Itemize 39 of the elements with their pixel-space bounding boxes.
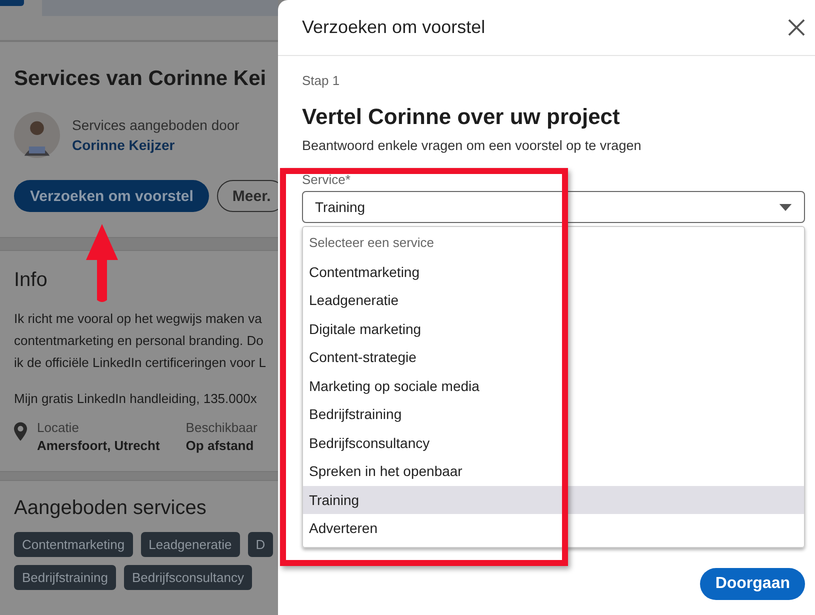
dropdown-option[interactable]: Adverteren (303, 514, 804, 542)
field-label: Service* (302, 172, 352, 187)
dropdown-option[interactable]: Bedrijfstraining (303, 400, 804, 428)
dropdown-option[interactable]: Digitale marketing (303, 314, 804, 343)
dropdown-option[interactable]: Leadgeneratie (303, 286, 804, 314)
service-tag[interactable]: Contentmarketing (14, 532, 133, 557)
service-select[interactable]: Training (302, 191, 805, 223)
service-tag[interactable]: Leadgeneratie (140, 532, 240, 557)
section-title: Aangeboden services (14, 497, 208, 520)
fact-label: Beschikbaar (186, 420, 258, 435)
info-text: Mijn gratis LinkedIn handleiding, 135.000x (14, 390, 258, 408)
continue-button[interactable]: Doorgaan (700, 568, 805, 600)
caret-icon (779, 204, 792, 210)
dropdown-placeholder[interactable]: Selecteer een service (303, 229, 804, 258)
dropdown-option[interactable]: Spreken in het openbaar (303, 457, 804, 486)
location-pin-icon (14, 422, 27, 441)
service-tag[interactable]: D (248, 532, 274, 557)
step-label: Stap 1 (302, 73, 341, 88)
provider-link[interactable]: Corinne Keijzer (72, 137, 240, 153)
fact-value: Op afstand (186, 438, 255, 453)
provider-label: Services aangeboden door (72, 117, 240, 133)
dropdown-option[interactable]: Training (303, 486, 804, 514)
service-tag[interactable]: Bedrijfsconsultancy (124, 565, 252, 590)
close-icon[interactable] (788, 19, 805, 36)
logo-icon[interactable] (0, 0, 24, 6)
fact-value: Amersfoort, Utrecht (37, 438, 160, 453)
dropdown-option[interactable]: Contentmarketing (303, 258, 804, 286)
modal-title: Verzoeken om voorstel (302, 17, 486, 38)
dropdown-option[interactable]: Marketing op sociale media (303, 372, 804, 400)
info-paragraph: Ik richt me vooral op het wegwijs maken va contentmarketing en personal branding. Do ik de officiële LinkedIn certificeringen voor L (14, 310, 264, 372)
page-title: Services van Corinne Kei (14, 66, 264, 92)
modal-heading: Vertel Corinne over uw project (302, 104, 621, 130)
dropdown-option[interactable]: Bedrijfsconsultancy (303, 428, 804, 457)
service-tag[interactable]: Bedrijfstraining (14, 565, 116, 590)
fact-label: Locatie (37, 420, 80, 435)
request-proposal-button[interactable]: Verzoeken om voorstel (14, 180, 210, 212)
section-title: Info (14, 269, 48, 292)
modal-subtitle: Beantwoord enkele vragen om een voorstel op te vragen (302, 138, 642, 153)
dropdown-option[interactable]: Content-strategie (303, 343, 804, 372)
